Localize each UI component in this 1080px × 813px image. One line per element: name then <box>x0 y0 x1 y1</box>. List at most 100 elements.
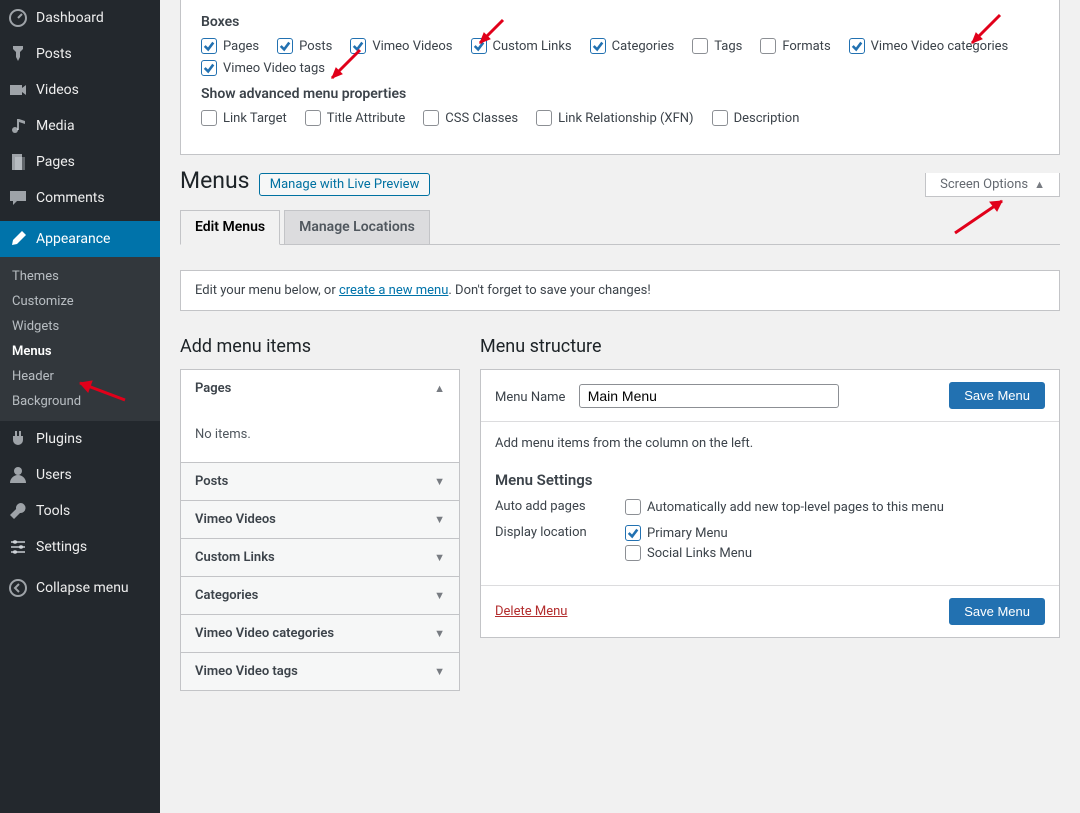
media-icon <box>8 116 28 136</box>
menu-structure-heading: Menu structure <box>480 336 1060 357</box>
sidebar-subitem-widgets[interactable]: Widgets <box>0 314 160 339</box>
checkbox-label: Pages <box>223 39 259 54</box>
location-social-links-menu[interactable]: Social Links Menu <box>625 545 752 561</box>
box-vimeo-video-categories[interactable]: Vimeo Video categories <box>849 38 1009 54</box>
checkbox-label: Vimeo Video tags <box>223 61 325 76</box>
adv-description[interactable]: Description <box>712 110 800 126</box>
live-preview-button[interactable]: Manage with Live Preview <box>259 173 431 196</box>
adv-title-attribute[interactable]: Title Attribute <box>305 110 406 126</box>
auto-add-checkbox[interactable]: Automatically add new top-level pages to… <box>625 499 944 515</box>
sidebar-item-pages[interactable]: Pages <box>0 144 160 180</box>
sidebar-subitem-customize[interactable]: Customize <box>0 289 160 314</box>
caret-down-icon: ▼ <box>434 551 445 564</box>
screen-options-label: Screen Options <box>940 177 1028 192</box>
plugin-icon <box>8 429 28 449</box>
dashboard-icon <box>8 8 28 28</box>
sidebar-item-label: Posts <box>36 46 72 62</box>
box-custom-links[interactable]: Custom Links <box>471 38 572 54</box>
menu-name-input[interactable] <box>579 384 839 408</box>
screen-options-toggle[interactable]: Screen Options ▲ <box>925 173 1060 197</box>
create-menu-link[interactable]: create a new menu <box>339 283 448 298</box>
caret-down-icon: ▼ <box>434 589 445 602</box>
edit-notice: Edit your menu below, or create a new me… <box>180 270 1060 311</box>
tool-icon <box>8 501 28 521</box>
sidebar-item-label: Collapse menu <box>36 580 129 596</box>
adv-link-relationship-(xfn)[interactable]: Link Relationship (XFN) <box>536 110 693 126</box>
caret-down-icon: ▼ <box>434 627 445 640</box>
collapse-icon <box>8 578 28 598</box>
sidebar-subitem-themes[interactable]: Themes <box>0 264 160 289</box>
checkbox-label: Custom Links <box>493 39 572 54</box>
box-pages[interactable]: Pages <box>201 38 259 54</box>
checkbox-label: Link Relationship (XFN) <box>558 111 693 126</box>
checkbox-label: Formats <box>782 39 830 54</box>
delete-menu-link[interactable]: Delete Menu <box>495 604 567 619</box>
checkbox-label: Vimeo Video categories <box>871 39 1009 54</box>
add-items-heading: Add menu items <box>180 336 460 357</box>
menu-settings-heading: Menu Settings <box>495 471 1045 489</box>
checkbox-label: Categories <box>612 39 675 54</box>
sidebar-item-collapse-menu[interactable]: Collapse menu <box>0 570 160 606</box>
caret-down-icon: ▼ <box>434 475 445 488</box>
sidebar-subitem-header[interactable]: Header <box>0 364 160 389</box>
sidebar-item-tools[interactable]: Tools <box>0 493 160 529</box>
location-primary-menu[interactable]: Primary Menu <box>625 525 728 541</box>
tab-manage-locations[interactable]: Manage Locations <box>284 210 430 244</box>
checkbox-label: Vimeo Videos <box>372 39 452 54</box>
box-tags[interactable]: Tags <box>692 38 742 54</box>
advanced-heading: Show advanced menu properties <box>201 86 1039 102</box>
sidebar-item-comments[interactable]: Comments <box>0 180 160 216</box>
adv-css-classes[interactable]: CSS Classes <box>423 110 518 126</box>
sidebar-item-plugins[interactable]: Plugins <box>0 421 160 457</box>
sidebar-item-videos[interactable]: Videos <box>0 72 160 108</box>
checkbox-label: Social Links Menu <box>647 546 752 561</box>
sidebar-item-users[interactable]: Users <box>0 457 160 493</box>
sidebar-item-appearance[interactable]: Appearance <box>0 221 160 257</box>
tab-edit-menus[interactable]: Edit Menus <box>180 210 280 245</box>
box-posts[interactable]: Posts <box>277 38 332 54</box>
sidebar-item-media[interactable]: Media <box>0 108 160 144</box>
sidebar-subitem-menus[interactable]: Menus <box>0 339 160 364</box>
sidebar-subitem-background[interactable]: Background <box>0 389 160 414</box>
accordion-vimeo-video-categories[interactable]: Vimeo Video categories▼ <box>181 614 459 652</box>
admin-sidebar: Dashboard Posts Videos Media Pages Comments Ap… <box>0 0 160 813</box>
pin-icon <box>8 44 28 64</box>
sidebar-item-posts[interactable]: Posts <box>0 36 160 72</box>
accordion-categories[interactable]: Categories▼ <box>181 576 459 614</box>
auto-add-label: Auto add pages <box>495 499 605 514</box>
sidebar-item-label: Comments <box>36 190 105 206</box>
box-formats[interactable]: Formats <box>760 38 830 54</box>
box-categories[interactable]: Categories <box>590 38 675 54</box>
accordion-custom-links[interactable]: Custom Links▼ <box>181 538 459 576</box>
accordion-posts[interactable]: Posts▼ <box>181 462 459 500</box>
sidebar-item-label: Users <box>36 467 72 483</box>
checkbox-label: Primary Menu <box>647 526 728 541</box>
sidebar-item-dashboard[interactable]: Dashboard <box>0 0 160 36</box>
accordion-vimeo-video-tags[interactable]: Vimeo Video tags▼ <box>181 652 459 690</box>
save-menu-button-top[interactable]: Save Menu <box>949 382 1045 409</box>
checkbox-label: CSS Classes <box>445 111 518 126</box>
tabs: Edit MenusManage Locations <box>180 210 1060 245</box>
box-vimeo-video-tags[interactable]: Vimeo Video tags <box>201 60 325 76</box>
display-location-label: Display location <box>495 525 605 540</box>
checkbox-label: Tags <box>714 39 742 54</box>
box-vimeo-videos[interactable]: Vimeo Videos <box>350 38 452 54</box>
caret-up-icon: ▲ <box>434 382 445 395</box>
video-icon <box>8 80 28 100</box>
menu-name-label: Menu Name <box>495 390 565 405</box>
caret-down-icon: ▼ <box>434 513 445 526</box>
save-menu-button-bottom[interactable]: Save Menu <box>949 598 1045 625</box>
main-content: Boxes PagesPostsVimeo VideosCustom Links… <box>160 0 1080 813</box>
checkbox-label: Link Target <box>223 111 287 126</box>
caret-down-icon: ▼ <box>434 665 445 678</box>
sidebar-item-label: Videos <box>36 82 79 98</box>
accordion-vimeo-videos[interactable]: Vimeo Videos▼ <box>181 500 459 538</box>
accordion-pages-body: No items. <box>181 407 459 462</box>
adv-link-target[interactable]: Link Target <box>201 110 287 126</box>
brush-icon <box>8 229 28 249</box>
accordion-pages[interactable]: Pages▲ <box>181 370 459 407</box>
checkbox-label: Posts <box>299 39 332 54</box>
sidebar-item-settings[interactable]: Settings <box>0 529 160 565</box>
sidebar-item-label: Pages <box>36 154 75 170</box>
caret-up-icon: ▲ <box>1034 178 1045 191</box>
